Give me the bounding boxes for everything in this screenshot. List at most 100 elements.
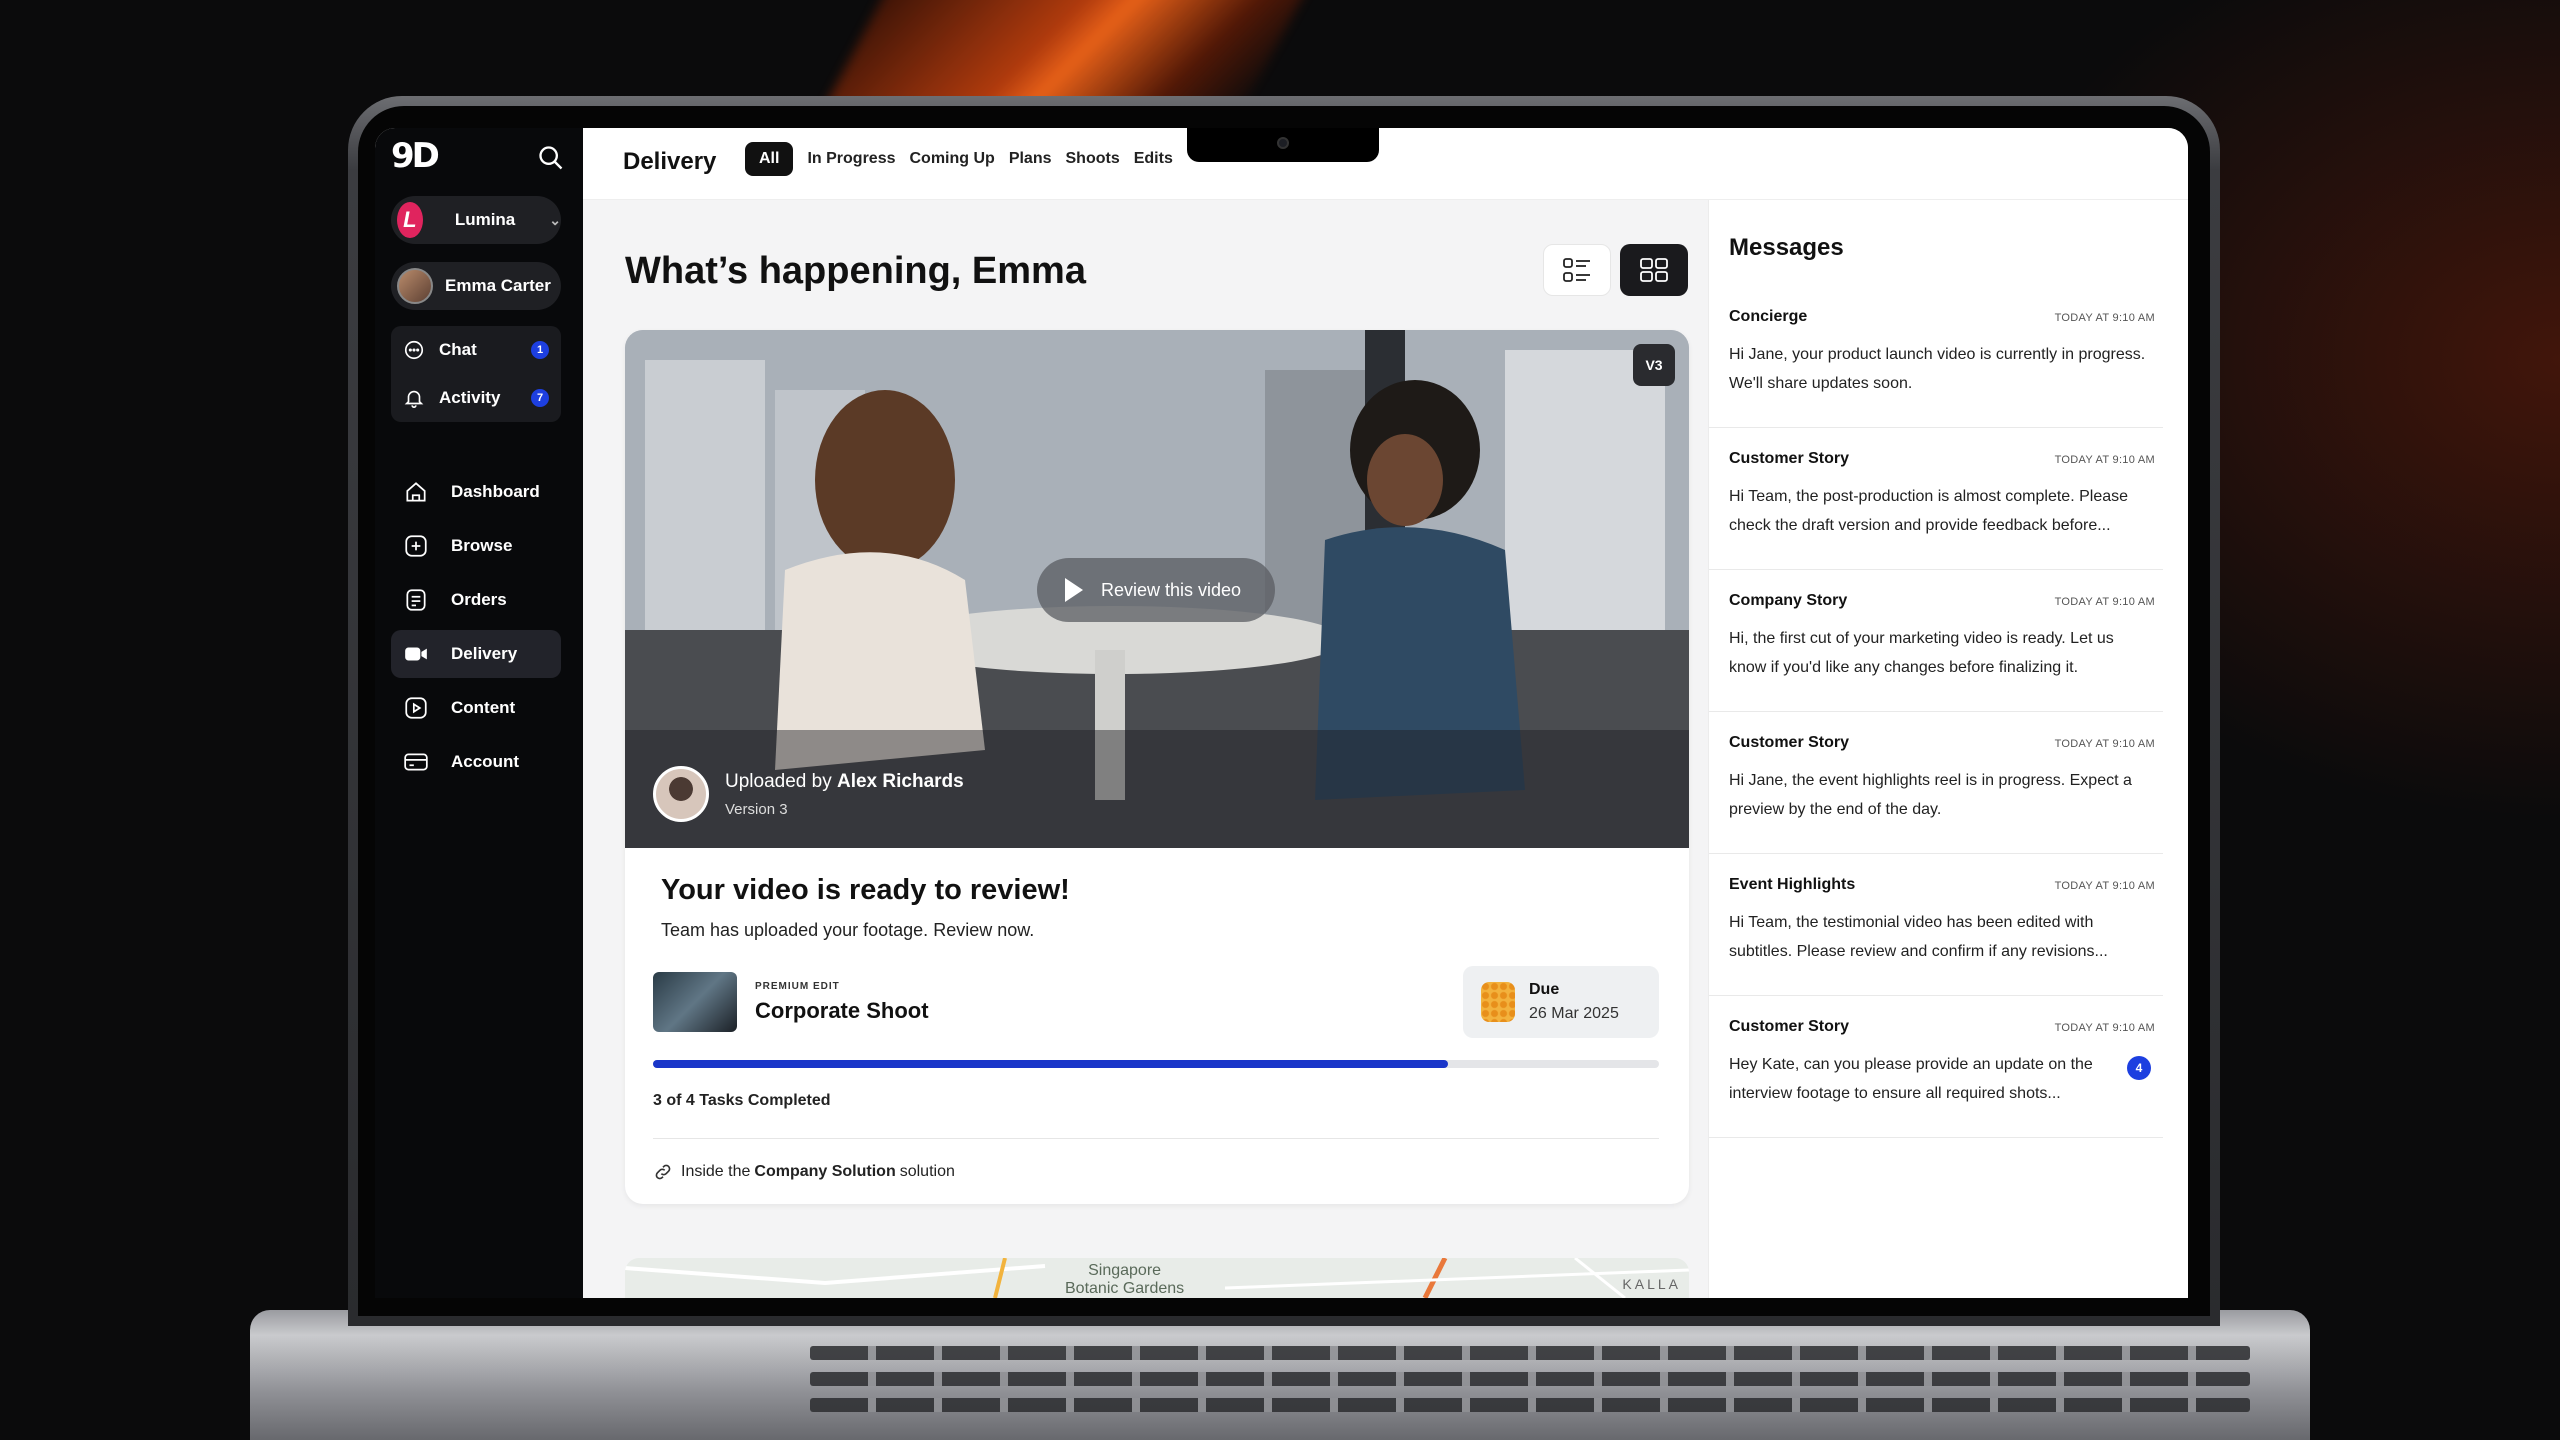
message-sender: Concierge — [1729, 308, 1808, 325]
message-sender: Customer Story — [1729, 450, 1850, 467]
message-item[interactable]: Event Highlights TODAY AT 9:10 AM Hi Tea… — [1709, 854, 2163, 996]
sidebar-item-browse[interactable]: Browse — [391, 522, 561, 570]
task-progress-fill — [653, 1060, 1448, 1068]
project-tag: PREMIUM EDIT — [755, 980, 840, 992]
map-corner-label: KALLA — [1622, 1276, 1681, 1292]
message-item[interactable]: Customer Story TODAY AT 9:10 AM Hi Team,… — [1709, 428, 2163, 570]
message-sender: Company Story — [1729, 592, 1848, 609]
card-title: Your video is ready to review! — [661, 874, 1070, 906]
sidebar-item-account[interactable]: Account — [391, 738, 561, 786]
delivery-card: V3 Review this video Uploaded by Alex Ri… — [625, 330, 1689, 1204]
org-avatar: L — [397, 202, 423, 238]
project-info[interactable]: PREMIUM EDIT Corporate Shoot — [653, 972, 929, 1032]
review-button-label: Review this video — [1101, 579, 1242, 600]
message-time: TODAY AT 9:10 AM — [2054, 738, 2155, 750]
review-video-button[interactable]: Review this video — [1037, 558, 1275, 622]
video-camera-icon — [405, 647, 427, 661]
messages-title: Messages — [1729, 234, 1844, 261]
uploaded-by-line: Uploaded by Alex Richards — [725, 771, 964, 793]
quick-actions: Chat 1 Activity 7 — [391, 326, 561, 422]
message-item[interactable]: Concierge TODAY AT 9:10 AM Hi Jane, your… — [1709, 286, 2163, 428]
camera-icon — [1277, 137, 1289, 149]
message-body: Hi, the first cut of your marketing vide… — [1729, 630, 2114, 676]
camera-notch — [1187, 128, 1379, 162]
sidebar-item-label: Content — [451, 698, 516, 717]
link-icon — [655, 1164, 671, 1180]
sidebar-item-label: Orders — [451, 590, 507, 609]
search-icon[interactable] — [537, 144, 565, 172]
solution-name: Company Solution — [754, 1163, 896, 1180]
version-label: Version 3 — [725, 800, 788, 818]
message-time: TODAY AT 9:10 AM — [2054, 880, 2155, 892]
uploader-info: Uploaded by Alex Richards Version 3 — [653, 766, 964, 822]
grid-view-button[interactable] — [1620, 244, 1688, 296]
version-badge: V3 — [1633, 344, 1675, 386]
calendar-icon — [1481, 982, 1515, 1022]
tab-coming-up[interactable]: Coming Up — [909, 142, 994, 176]
message-sender: Event Highlights — [1729, 876, 1856, 893]
tab-shoots[interactable]: Shoots — [1066, 142, 1120, 176]
message-time: TODAY AT 9:10 AM — [2054, 596, 2155, 608]
app-logo[interactable]: 9D — [391, 136, 440, 176]
card-subtitle: Team has uploaded your footage. Review n… — [661, 920, 1035, 940]
solution-link[interactable]: Inside the Company Solution solution — [653, 1162, 955, 1182]
keyboard-keys-row — [810, 1372, 2250, 1386]
tab-all[interactable]: All — [745, 142, 794, 176]
grid-view-icon — [1640, 258, 1668, 282]
sidebar-item-orders[interactable]: Orders — [391, 576, 561, 624]
sidebar-item-chat[interactable]: Chat 1 — [391, 326, 561, 374]
filter-tabs: All In Progress Coming Up Plans Shoots E… — [745, 142, 1173, 176]
tab-in-progress[interactable]: In Progress — [807, 142, 895, 176]
sidebar-item-label: Account — [451, 752, 519, 771]
sidebar-item-dashboard[interactable]: Dashboard — [391, 468, 561, 516]
messages-panel: Messages Concierge TODAY AT 9:10 AM Hi J… — [1708, 200, 2188, 1298]
video-preview[interactable]: V3 Review this video Uploaded by Alex Ri… — [625, 330, 1689, 848]
play-icon — [1065, 578, 1083, 602]
message-sender: Customer Story — [1729, 1018, 1850, 1035]
message-time: TODAY AT 9:10 AM — [2054, 454, 2155, 466]
project-name: Corporate Shoot — [755, 997, 929, 1023]
solution-suffix: solution — [899, 1163, 955, 1180]
tab-plans[interactable]: Plans — [1009, 142, 1052, 176]
solution-prefix: Inside the — [681, 1163, 751, 1180]
chat-icon — [404, 340, 424, 360]
play-square-icon — [405, 697, 427, 719]
message-item[interactable]: Company Story TODAY AT 9:10 AM Hi, the f… — [1709, 570, 2163, 712]
home-icon — [406, 482, 426, 502]
message-time: TODAY AT 9:10 AM — [2054, 312, 2155, 324]
tasks-completed: 3 of 4 Tasks Completed — [653, 1092, 831, 1109]
message-sender: Customer Story — [1729, 734, 1850, 751]
sidebar-item-content[interactable]: Content — [391, 684, 561, 732]
message-body: Hey Kate, can you please provide an upda… — [1729, 1056, 2093, 1102]
sidebar: 9D L Lumina ⌄ Emma Carter Chat 1 Activit… — [375, 128, 583, 1298]
map-label-line: Singapore — [1088, 1262, 1162, 1279]
page-title: Delivery — [623, 148, 717, 175]
message-item[interactable]: Customer Story TODAY AT 9:10 AM Hi Jane,… — [1709, 712, 2163, 854]
sidebar-item-delivery[interactable]: Delivery — [391, 630, 561, 678]
user-name: Emma Carter — [445, 276, 551, 295]
message-time: TODAY AT 9:10 AM — [2054, 1022, 2155, 1034]
sidebar-item-label: Activity — [439, 388, 501, 407]
user-profile[interactable]: Emma Carter — [391, 262, 561, 310]
map-label-line: Botanic Gardens — [1065, 1280, 1185, 1297]
keyboard-keys-row — [810, 1398, 2250, 1412]
map-place-label: Singapore Botanic Gardens — [1065, 1262, 1184, 1298]
due-label: Due — [1529, 981, 1560, 998]
list-view-button[interactable] — [1543, 244, 1611, 296]
app-screen: 9D L Lumina ⌄ Emma Carter Chat 1 Activit… — [375, 128, 2188, 1298]
org-switcher[interactable]: L Lumina ⌄ — [391, 196, 561, 244]
task-progress-bar — [653, 1060, 1659, 1068]
tab-edits[interactable]: Edits — [1134, 142, 1173, 176]
message-item[interactable]: Customer Story TODAY AT 9:10 AM Hey Kate… — [1709, 996, 2163, 1138]
map-preview[interactable]: Singapore Botanic Gardens KALLA — [625, 1258, 1689, 1298]
message-body: Hi Team, the testimonial video has been … — [1729, 914, 2108, 960]
message-body: Hi Jane, the event highlights reel is in… — [1729, 772, 2132, 818]
sidebar-item-label: Delivery — [451, 644, 518, 663]
unread-badge: 1 — [531, 341, 549, 359]
message-body: Hi Jane, your product launch video is cu… — [1729, 346, 2146, 392]
keyboard-keys-row — [810, 1346, 2250, 1360]
sidebar-item-activity[interactable]: Activity 7 — [391, 374, 561, 422]
laptop-keyboard-deck — [250, 1310, 2310, 1440]
avatar — [397, 268, 433, 304]
message-body: Hi Team, the post-production is almost c… — [1729, 488, 2129, 534]
